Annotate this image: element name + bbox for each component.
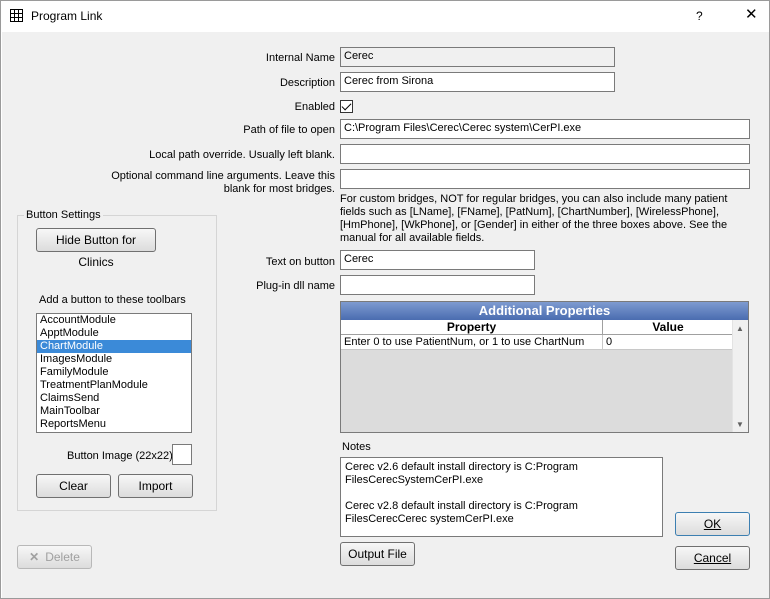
path-override-label: Local path override. Usually left blank.: [149, 149, 335, 161]
help-button[interactable]: ?: [696, 9, 703, 23]
plugin-label: Plug-in dll name: [256, 280, 335, 292]
command-args-label-line1: Optional command line arguments. Leave t…: [111, 170, 335, 182]
list-item[interactable]: ReportsMenu: [37, 418, 191, 431]
text-on-button-label: Text on button: [265, 256, 335, 268]
enabled-label: Enabled: [294, 101, 335, 113]
additional-properties-title: Additional Properties: [341, 302, 748, 320]
list-item[interactable]: ClaimsSend: [37, 392, 191, 405]
toolbars-list[interactable]: AccountModule ApptModule ChartModule Images…: [36, 313, 192, 433]
hide-button-for-clinics-button[interactable]: Hide Button for Clinics: [36, 228, 156, 269]
value-cell[interactable]: 0: [603, 335, 733, 349]
title-bar: Program Link ? ✕: [1, 1, 769, 32]
internal-name-label: Internal Name: [265, 52, 335, 64]
text-on-button-field[interactable]: Cerec: [340, 250, 535, 270]
list-item[interactable]: FamilyModule: [37, 366, 191, 379]
toolbars-label: Add a button to these toolbars: [39, 294, 186, 306]
path-override-field[interactable]: [340, 144, 750, 164]
grid-scrollbar[interactable]: ▲ ▼: [732, 320, 748, 432]
property-cell[interactable]: Enter 0 to use PatientNum, or 1 to use C…: [341, 335, 603, 349]
enabled-checkbox[interactable]: [340, 100, 353, 113]
description-label: Description: [279, 77, 335, 89]
notes-textbox[interactable]: Cerec v2.6 default install directory is …: [340, 457, 663, 537]
button-image-box[interactable]: [172, 444, 192, 465]
value-column-header[interactable]: Value: [603, 320, 733, 334]
grid-app-icon: [10, 9, 23, 22]
cancel-button[interactable]: Cancel: [675, 546, 750, 570]
notes-line-2: Cerec v2.8 default install directory is …: [345, 500, 578, 525]
scroll-down-icon[interactable]: ▼: [736, 421, 744, 429]
property-column-header[interactable]: Property: [341, 320, 603, 334]
delete-button[interactable]: ✕ Delete: [17, 545, 92, 569]
scroll-up-icon[interactable]: ▲: [736, 325, 744, 333]
dialog-body: Internal Name Cerec Description Cerec fr…: [2, 32, 769, 598]
notes-label: Notes: [342, 441, 371, 453]
ok-label: OK: [703, 517, 722, 531]
command-args-label-line2: blank for most bridges.: [223, 183, 335, 195]
list-item[interactable]: ChartModule: [37, 340, 191, 353]
delete-x-icon: ✕: [29, 550, 40, 564]
list-item[interactable]: ApptModule: [37, 327, 191, 340]
import-button[interactable]: Import: [118, 474, 193, 498]
button-settings-group: Button Settings Hide Button for Clinics …: [17, 209, 217, 511]
custom-bridges-info: For custom bridges, NOT for regular brid…: [340, 193, 728, 244]
output-file-button[interactable]: Output File: [340, 542, 415, 566]
delete-label: Delete: [45, 550, 80, 564]
ok-button[interactable]: OK: [675, 512, 750, 536]
command-args-field[interactable]: [340, 169, 750, 189]
list-item[interactable]: MainToolbar: [37, 405, 191, 418]
grid-header: Property Value: [341, 320, 748, 335]
list-item[interactable]: ImagesModule: [37, 353, 191, 366]
clear-button[interactable]: Clear: [36, 474, 111, 498]
description-field[interactable]: Cerec from Sirona: [340, 72, 615, 92]
close-icon[interactable]: ✕: [745, 7, 758, 22]
plugin-field[interactable]: [340, 275, 535, 295]
notes-line-1: Cerec v2.6 default install directory is …: [345, 461, 578, 486]
path-label: Path of file to open: [243, 124, 335, 136]
table-row[interactable]: Enter 0 to use PatientNum, or 1 to use C…: [341, 335, 748, 350]
command-args-label: Optional command line arguments. Leave t…: [111, 170, 335, 196]
internal-name-field[interactable]: Cerec: [340, 47, 615, 67]
list-item[interactable]: AccountModule: [37, 314, 191, 327]
list-item[interactable]: TreatmentPlanModule: [37, 379, 191, 392]
program-link-window: Program Link ? ✕ Internal Name Cerec Des…: [0, 0, 770, 599]
path-field[interactable]: C:\Program Files\Cerec\Cerec system\CerP…: [340, 119, 750, 139]
button-settings-title: Button Settings: [24, 209, 103, 221]
button-image-label: Button Image (22x22): [67, 450, 173, 462]
window-title: Program Link: [31, 9, 103, 23]
cancel-label: Cancel: [693, 551, 732, 565]
additional-properties-grid: Additional Properties Property Value Ent…: [340, 301, 749, 433]
